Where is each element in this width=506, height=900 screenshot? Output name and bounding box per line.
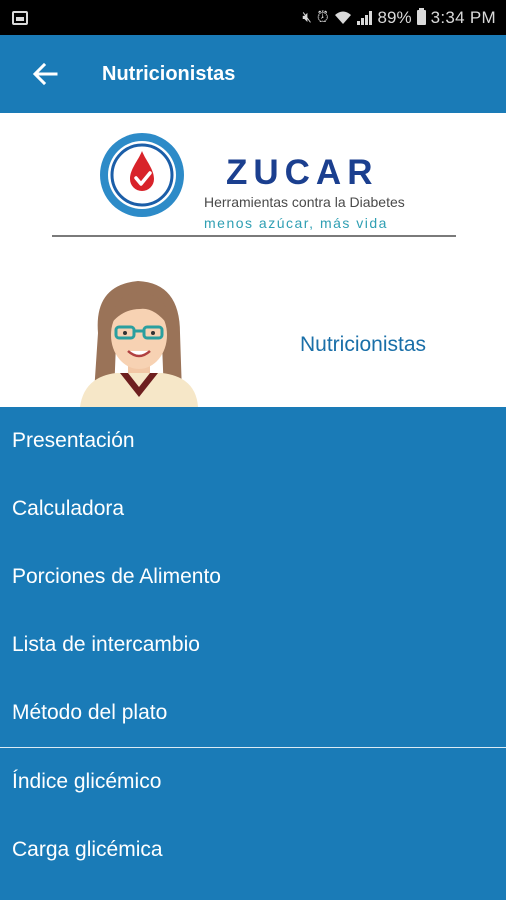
status-left [12,10,28,25]
signal-icon [356,10,373,25]
mute-icon: 🔇︎ [302,9,312,26]
menu-item-calculadora[interactable]: Calculadora [0,475,506,543]
zucar-logo: ZUCAR Herramientas contra la Diabetes me… [98,131,418,231]
menu-item-label: Índice glicémico [12,770,162,793]
zucar-logo-drop-icon [100,133,184,217]
back-button[interactable] [0,35,90,113]
header-caption: Nutricionistas [300,333,427,356]
logo-title: ZUCAR [226,153,379,192]
menu-item-indice-glicemico[interactable]: Índice glicémico [0,748,506,816]
arrow-left-icon [32,62,58,86]
battery-percent: 89% [377,7,412,27]
menu-item-label: Calculadora [12,497,125,520]
clock: 3:34 PM [430,7,496,27]
status-bar: 🔇︎ ⏰︎ 89% 3:34 PM [0,0,506,35]
battery-icon [416,8,426,25]
app-bar: Nutricionistas [0,35,506,113]
menu-item-label: Lista de intercambio [12,633,200,656]
header-divider [52,235,456,237]
wifi-icon [334,11,351,24]
page-title: Nutricionistas [102,62,236,85]
menu-item-label: Método del plato [12,701,168,724]
menu-item-carga-glicemica[interactable]: Carga glicémica [0,816,506,884]
gallery-icon [12,10,28,25]
logo-tagline: menos azúcar, más vida [204,215,388,231]
drawer-header: ZUCAR Herramientas contra la Diabetes me… [0,113,506,407]
menu-item-presentacion[interactable]: Presentación [0,407,506,475]
nutritionist-avatar [80,281,198,407]
menu-item-metodo-plato[interactable]: Método del plato [0,679,506,747]
navigation-menu: Presentación Calculadora Porciones de Al… [0,407,506,900]
menu-item-lista-intercambio[interactable]: Lista de intercambio [0,611,506,679]
menu-item-label: Presentación [12,429,135,452]
status-right: 🔇︎ ⏰︎ 89% 3:34 PM [302,8,496,28]
menu-item-label: Carga glicémica [12,838,163,861]
logo-subtitle: Herramientas contra la Diabetes [204,194,405,210]
menu-item-porciones[interactable]: Porciones de Alimento [0,543,506,611]
menu-item-label: Porciones de Alimento [12,565,221,588]
alarm-icon: ⏰︎ [316,9,329,26]
